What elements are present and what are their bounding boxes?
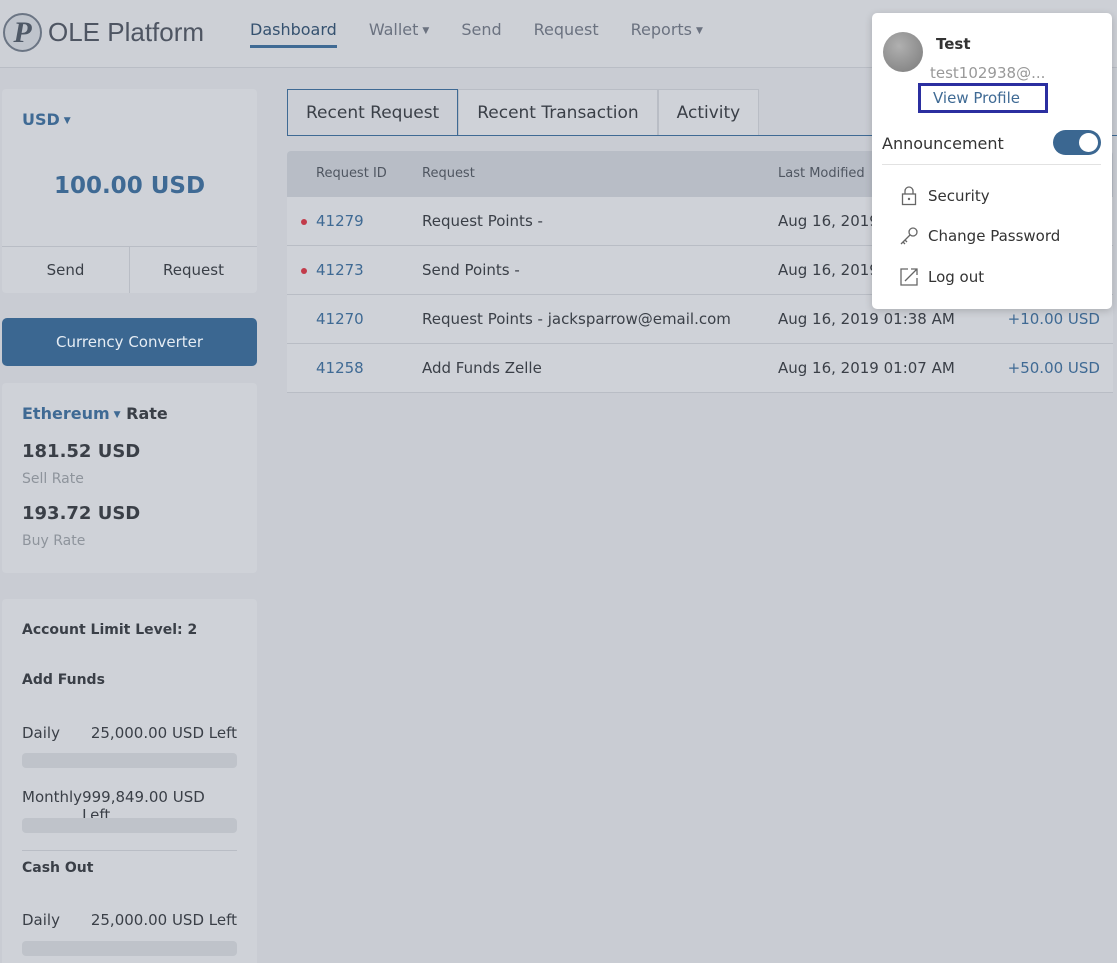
cash-out-daily-progress — [22, 941, 237, 956]
sell-rate-value: 181.52 USD — [22, 441, 141, 462]
external-link-icon — [898, 266, 920, 288]
buy-rate-value: 193.72 USD — [22, 503, 141, 524]
profile-email: test102938@... — [930, 64, 1046, 82]
profile-name: Test — [936, 35, 971, 53]
menu-divider — [882, 164, 1101, 165]
currency-converter-button[interactable]: Currency Converter — [2, 318, 257, 366]
request-id-link[interactable]: 41270 — [316, 295, 364, 344]
lock-icon — [898, 185, 920, 207]
buy-rate-label: Buy Rate — [22, 533, 86, 549]
tab-recent-transaction[interactable]: Recent Transaction — [458, 89, 658, 136]
caret-down-icon: ▼ — [422, 26, 430, 36]
divider — [22, 850, 237, 851]
currency-selector[interactable]: USD ▼ — [22, 110, 71, 129]
announcement-label: Announcement — [882, 134, 1004, 153]
currency-label: USD — [22, 110, 60, 129]
request-description: Request Points - jacksparrow@email.com — [422, 310, 731, 328]
request-amount: +50.00 USD — [1007, 359, 1100, 377]
last-modified: Aug 16, 2019 — [778, 212, 879, 230]
coin-selector[interactable]: Ethereum ▼ — [22, 404, 121, 423]
limit-remaining: 25,000.00 USD Left — [90, 724, 237, 742]
nav-reports[interactable]: Reports ▼ — [631, 20, 703, 48]
last-modified: Aug 16, 2019 — [778, 261, 879, 279]
balance-actions: Send Request — [2, 246, 257, 293]
request-description: Request Points - — [422, 212, 543, 230]
rate-title-suffix: Rate — [126, 404, 168, 423]
account-limits-card: Account Limit Level: 2 Add Funds Daily 2… — [2, 599, 257, 963]
tab-recent-request[interactable]: Recent Request — [287, 89, 459, 136]
request-description: Send Points - — [422, 261, 520, 279]
balance-send-button[interactable]: Send — [2, 247, 130, 293]
request-id-link[interactable]: 41258 — [316, 344, 364, 393]
menu-item-change-password[interactable]: Change Password — [898, 225, 1060, 247]
menu-item-label: Change Password — [928, 227, 1061, 245]
header-request-id[interactable]: Request ID — [316, 151, 387, 197]
header-request[interactable]: Request — [422, 151, 475, 197]
request-id-link[interactable]: 41279 — [316, 197, 364, 246]
add-funds-daily-progress — [22, 753, 237, 768]
nav-wallet-label: Wallet — [368, 20, 419, 39]
nav-send[interactable]: Send — [461, 20, 501, 48]
balance-card: USD ▼ 100.00 USD Send Request — [2, 89, 257, 293]
menu-item-logout[interactable]: Log out — [898, 266, 984, 288]
profile-dropdown-menu: Test test102938@... View Profile Announc… — [872, 13, 1112, 309]
coin-label: Ethereum — [22, 404, 110, 423]
main-nav: Dashboard Wallet ▼ Send Request Reports ▼ — [250, 20, 735, 48]
header-last-modified[interactable]: Last Modified — [778, 151, 865, 197]
nav-reports-label: Reports — [630, 20, 693, 39]
last-modified: Aug 16, 2019 01:07 AM — [778, 359, 955, 377]
unread-dot-icon — [301, 268, 307, 274]
limit-level: Account Limit Level: 2 — [22, 622, 198, 638]
key-icon — [898, 225, 920, 247]
view-profile-link[interactable]: View Profile — [918, 83, 1048, 113]
request-id-link[interactable]: 41273 — [316, 246, 364, 295]
table-row[interactable]: 41258 Add Funds Zelle Aug 16, 2019 01:07… — [287, 344, 1113, 393]
caret-down-icon: ▼ — [696, 26, 703, 36]
unread-dot-icon — [301, 219, 307, 225]
add-funds-daily-row: Daily 25,000.00 USD Left — [22, 724, 237, 742]
limit-label: Daily — [22, 911, 60, 929]
request-description: Add Funds Zelle — [422, 359, 542, 377]
limit-remaining: 25,000.00 USD Left — [90, 911, 237, 929]
balance-amount: 100.00 USD — [53, 173, 206, 199]
tab-activity[interactable]: Activity — [657, 89, 760, 136]
menu-item-label: Security — [928, 187, 990, 205]
logo-mark-icon: P — [3, 13, 42, 52]
caret-down-icon: ▼ — [63, 116, 71, 126]
nav-request[interactable]: Request — [534, 20, 599, 48]
brand-logo[interactable]: P OLE Platform — [3, 13, 204, 52]
menu-item-security[interactable]: Security — [898, 185, 990, 207]
add-funds-monthly-progress — [22, 818, 237, 833]
limit-label: Daily — [22, 724, 60, 742]
balance-request-button[interactable]: Request — [130, 247, 257, 293]
nav-wallet[interactable]: Wallet ▼ — [369, 20, 430, 48]
caret-down-icon: ▼ — [113, 410, 121, 420]
toggle-knob — [1079, 133, 1098, 152]
menu-item-label: Log out — [928, 268, 985, 286]
rate-card: Ethereum ▼ Rate 181.52 USD Sell Rate 193.… — [2, 383, 257, 573]
brand-name: OLE Platform — [48, 17, 205, 47]
rate-title: Ethereum ▼ Rate — [22, 404, 168, 423]
sell-rate-label: Sell Rate — [22, 471, 84, 487]
cash-out-daily-row: Daily 25,000.00 USD Left — [22, 911, 237, 929]
add-funds-title: Add Funds — [22, 672, 105, 688]
cash-out-title: Cash Out — [22, 860, 94, 876]
avatar — [883, 32, 923, 72]
nav-dashboard[interactable]: Dashboard — [250, 20, 337, 48]
announcement-toggle[interactable] — [1053, 130, 1101, 155]
content-tabs: Recent Request Recent Transaction Activi… — [287, 89, 760, 136]
